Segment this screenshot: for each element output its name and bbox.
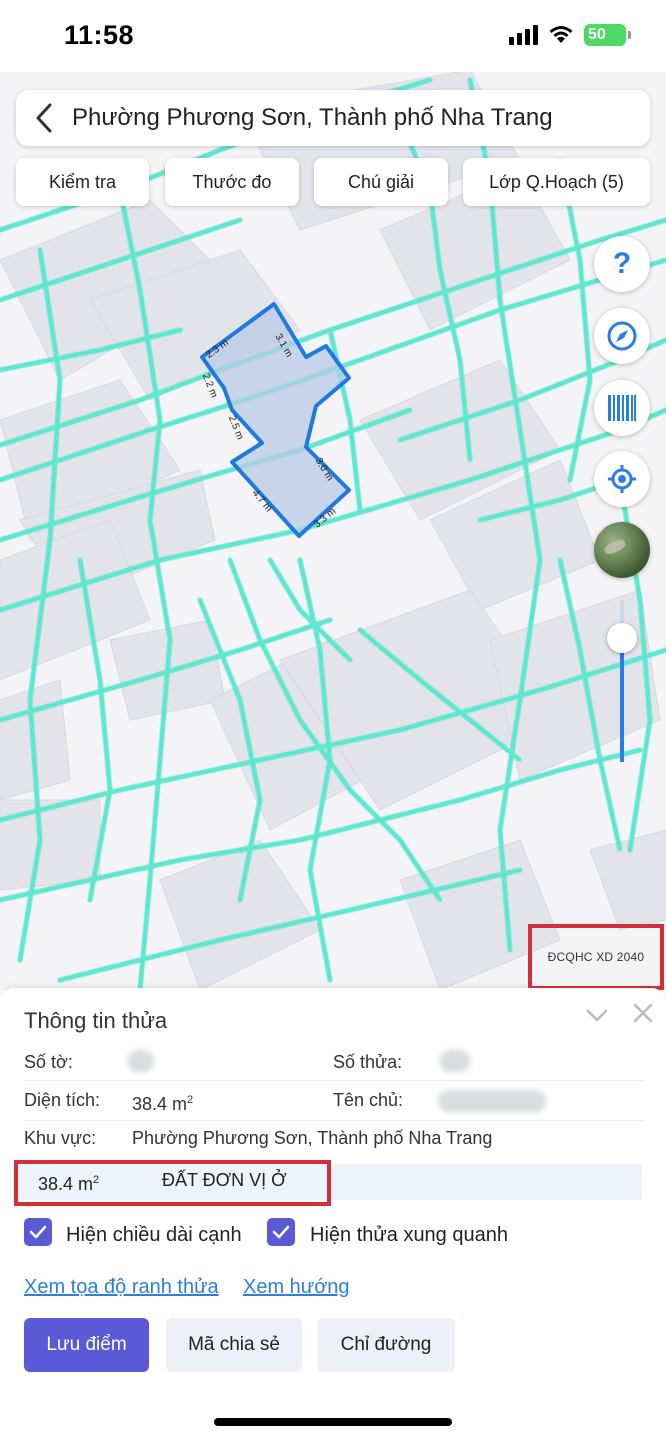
wifi-icon: [549, 26, 573, 43]
back-button[interactable]: [16, 90, 72, 146]
view-direction-link[interactable]: Xem hướng: [243, 1276, 350, 1299]
directions-button[interactable]: Chỉ đường: [317, 1318, 455, 1372]
map-canvas[interactable]: [0, 72, 666, 990]
tab-kiem-tra[interactable]: Kiểm tra: [16, 158, 149, 206]
neighbor-parcels-label[interactable]: Hiện thửa xung quanh: [310, 1224, 508, 1247]
region-label: Khu vực:: [24, 1128, 97, 1148]
compass-button[interactable]: [594, 308, 650, 364]
help-button[interactable]: ?: [594, 236, 650, 292]
tool-tabs: Kiểm tra Thước đo Chú giải Lớp Q.Hoạch (…: [16, 158, 650, 206]
sheet-number-value: [128, 1050, 154, 1072]
help-icon: ?: [612, 247, 632, 280]
tab-thuoc-do[interactable]: Thước đo: [165, 158, 299, 206]
owner-value: [438, 1090, 546, 1112]
sheet-number-label: Số tờ:: [24, 1052, 73, 1072]
neighbor-parcels-checkbox[interactable]: [267, 1218, 295, 1246]
close-icon[interactable]: [630, 1000, 656, 1026]
home-indicator: [214, 1418, 452, 1426]
satellite-layer-icon[interactable]: [594, 522, 650, 578]
area-value: 38.4 m2: [132, 1094, 194, 1114]
status-time: 11:58: [64, 20, 135, 50]
planning-layer-label: ĐCQHC XD 2040: [528, 924, 664, 990]
locate-icon: [608, 465, 636, 493]
map-view[interactable]: 3.1 m 2.3 m 2.2 m 2.5 m 3.0 m 4.7 m 3.3 …: [0, 72, 666, 990]
edge-length-checkbox[interactable]: [24, 1218, 52, 1246]
compass-icon: [607, 321, 637, 351]
signal-icon: [509, 25, 538, 45]
tab-chu-giai[interactable]: Chú giải: [314, 158, 448, 206]
zoom-slider-thumb[interactable]: [607, 623, 637, 653]
view-coordinates-link[interactable]: Xem tọa độ ranh thửa: [24, 1276, 219, 1299]
status-bar: 11:58 50: [0, 0, 666, 72]
tab-lop-quy-hoach[interactable]: Lớp Q.Hoạch (5): [463, 158, 650, 206]
edge-length-label[interactable]: Hiện chiều dài cạnh: [66, 1224, 242, 1247]
save-point-button[interactable]: Lưu điểm: [24, 1318, 149, 1372]
check-icon: [272, 1225, 290, 1239]
location-title: Phường Phương Sơn, Thành phố Nha Trang: [72, 104, 553, 131]
planning-layer-name: ĐCQHC XD 2040: [547, 950, 645, 964]
zoning-type: ĐẤT ĐƠN VỊ Ở: [162, 1170, 287, 1190]
chevron-left-icon: [36, 103, 52, 133]
owner-label: Tên chủ:: [333, 1090, 404, 1110]
parcel-number-label: Số thửa:: [333, 1052, 403, 1072]
barcode-icon: [608, 395, 636, 421]
location-header[interactable]: Phường Phương Sơn, Thành phố Nha Trang: [16, 90, 650, 146]
parcel-number-value: [440, 1050, 470, 1072]
sheet-title: Thông tin thửa: [24, 1008, 168, 1033]
check-icon: [29, 1225, 47, 1239]
barcode-button[interactable]: [594, 380, 650, 436]
share-code-button[interactable]: Mã chia sẻ: [166, 1318, 302, 1372]
area-label: Diện tích:: [24, 1090, 101, 1110]
status-icons: 50: [509, 24, 631, 46]
zoning-area: 38.4 m2: [38, 1174, 100, 1194]
chevron-down-icon[interactable]: [584, 1002, 610, 1028]
battery-icon: 50: [584, 24, 631, 46]
region-value: Phường Phương Sơn, Thành phố Nha Trang: [132, 1128, 493, 1148]
locate-button[interactable]: [594, 451, 650, 507]
